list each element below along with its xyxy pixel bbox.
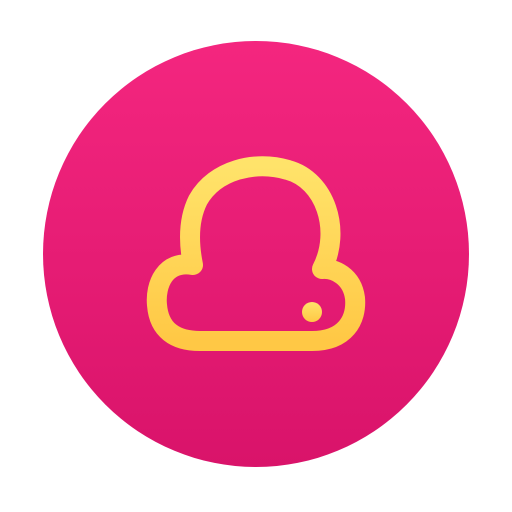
app-icon-canvas [0, 0, 512, 512]
cloud-app-icon[interactable] [0, 0, 512, 512]
cloud-dot [302, 302, 322, 322]
icon-background-circle [43, 41, 469, 467]
